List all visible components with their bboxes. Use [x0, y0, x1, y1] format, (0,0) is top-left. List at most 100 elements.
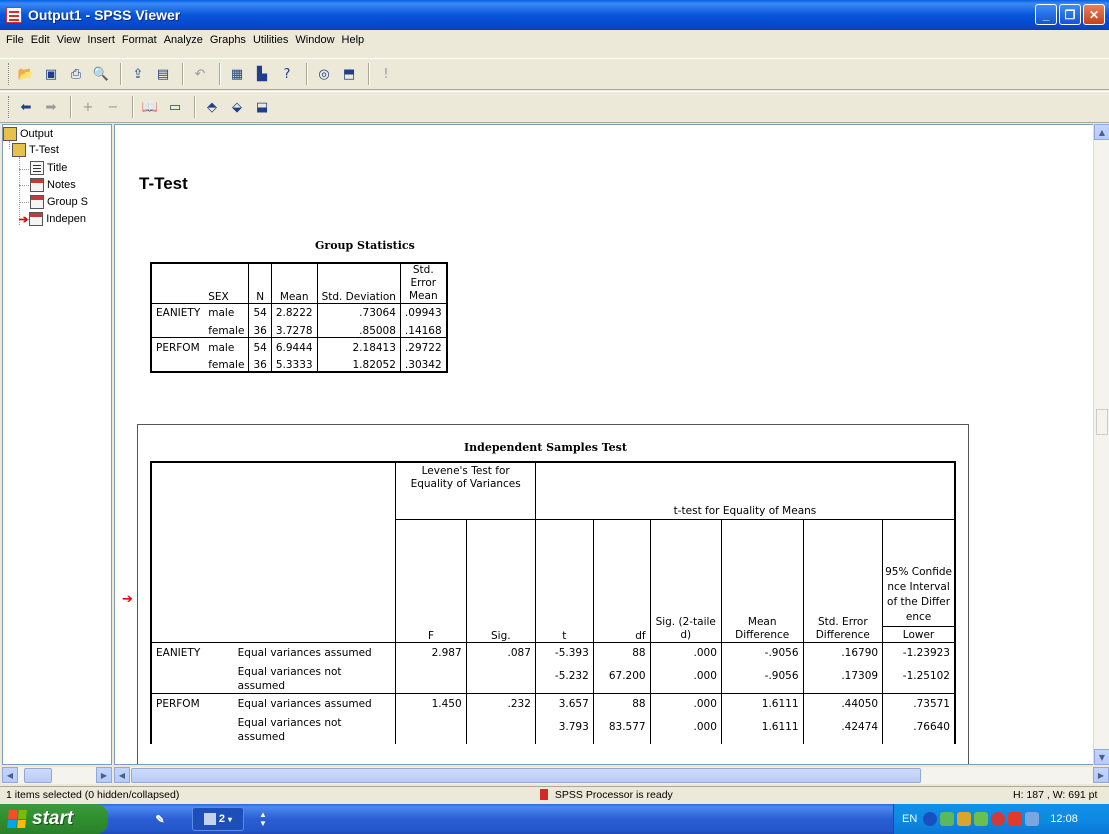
scroll-left-icon[interactable]: ◀	[114, 767, 130, 783]
title-bar[interactable]: Output1 - SPSS Viewer _ ❐ ✕	[0, 0, 1109, 30]
run-icon[interactable]: !	[375, 63, 397, 85]
outline-toolbar: ⬅ ➡ + − 📖 ▭ ⬘ ⬙ ⬓	[0, 91, 1109, 123]
col-header: Std. Deviation	[317, 263, 401, 304]
menu-file[interactable]: File	[6, 34, 24, 46]
show-icon[interactable]: 📖	[139, 96, 161, 118]
scroll-thumb[interactable]	[131, 768, 921, 783]
display-icon[interactable]	[1025, 812, 1040, 826]
col-header: Std. Error Mean	[408, 264, 438, 302]
close-button[interactable]: ✕	[1083, 4, 1105, 25]
menu-edit[interactable]: Edit	[31, 34, 50, 46]
table-cell: .000	[650, 710, 722, 744]
minimize-button[interactable]: _	[1035, 4, 1057, 25]
outline-item-notes[interactable]: Notes	[30, 178, 76, 192]
menu-insert[interactable]: Insert	[87, 34, 115, 46]
table-cell: 36	[248, 353, 272, 372]
independent-samples-table[interactable]: Levene's Test for Equality of Variances …	[150, 461, 956, 744]
outline-item-output[interactable]: Output	[3, 127, 53, 141]
table-cell: .85008	[317, 318, 401, 338]
scroll-right-icon[interactable]: ▶	[96, 767, 112, 783]
mail-icon[interactable]	[1008, 812, 1023, 826]
scroll-down-icon[interactable]: ▼	[1094, 749, 1109, 765]
selection-arrow-icon: ➔	[19, 213, 29, 226]
security-icon[interactable]	[974, 812, 989, 826]
recall-dialog-icon[interactable]: ▤	[152, 63, 174, 85]
insert-text-icon[interactable]: ⬓	[251, 96, 273, 118]
outline-item-t-test[interactable]: T-Test	[12, 143, 59, 157]
ci-header: 95% Confidence Interval of the Differenc…	[885, 565, 952, 623]
goto-chart-icon[interactable]: ▙	[251, 63, 273, 85]
spss-app-icon[interactable]	[6, 7, 22, 23]
menu-help[interactable]: Help	[342, 34, 365, 46]
print-icon[interactable]: ⎙	[65, 63, 87, 85]
menu-window[interactable]: Window	[295, 34, 334, 46]
outline-pane[interactable]: Output T-Test Title Notes Group S ➔ Inde…	[2, 124, 112, 765]
tray-app-icon[interactable]	[957, 812, 972, 826]
clock[interactable]: 12:08	[1050, 813, 1078, 825]
group-statistics-table[interactable]: SEX N Mean Std. Deviation Std. Error Mea…	[150, 262, 448, 373]
table-cell: 88	[593, 693, 651, 710]
ttest-header: t-test for Equality of Means	[673, 504, 817, 517]
variables-icon[interactable]: ?	[276, 63, 298, 85]
scroll-right-icon[interactable]: ▶	[1093, 767, 1109, 783]
table-cell	[151, 354, 204, 372]
quicklaunch-icon[interactable]: ✎	[148, 807, 172, 831]
toolbar-grip[interactable]	[8, 96, 11, 118]
menu-view[interactable]: View	[57, 34, 81, 46]
scroll-left-icon[interactable]: ◀	[2, 767, 18, 783]
alert-icon[interactable]	[991, 812, 1006, 826]
table-cell: PERFOM	[156, 698, 200, 710]
select-last-output-icon[interactable]: ⬒	[338, 63, 360, 85]
menu-utilities[interactable]: Utilities	[253, 34, 288, 46]
menu-bar: File Edit View Insert Format Analyze Gra…	[0, 30, 1109, 50]
insert-title-icon[interactable]: ⬙	[226, 96, 248, 118]
promote-icon[interactable]: ⬅	[15, 96, 37, 118]
processor-status: SPSS Processor is ready	[554, 789, 673, 801]
collapse-icon[interactable]: −	[102, 96, 124, 118]
table-cell: 1.82052	[317, 353, 401, 372]
processor-status-icon	[540, 789, 548, 800]
demote-icon[interactable]: ➡	[40, 96, 62, 118]
table-cell: EANIETY	[156, 647, 201, 659]
table-cell: .29722	[404, 341, 442, 354]
outline-horizontal-scrollbar[interactable]: ◀ ▶	[2, 767, 112, 784]
goto-data-icon[interactable]: ▦	[226, 63, 248, 85]
tray-collapse-icon[interactable]	[923, 812, 938, 826]
export-icon[interactable]: ⇪	[127, 63, 149, 85]
vertical-scrollbar[interactable]: ▲ ▼	[1093, 124, 1109, 765]
menu-analyze[interactable]: Analyze	[164, 34, 203, 46]
scroll-thumb[interactable]	[24, 768, 52, 783]
outline-item-indep-test[interactable]: ➔ Indepen	[19, 212, 86, 226]
save-icon[interactable]: ▣	[40, 63, 62, 85]
windows-taskbar: start ✎ 2 ▾ ▲ ▼ EN 12:08	[0, 804, 1109, 834]
table-icon	[30, 195, 44, 209]
outline-item-group-stats[interactable]: Group S	[30, 195, 88, 209]
book-icon	[12, 143, 26, 157]
network-icon[interactable]	[940, 812, 955, 826]
undo-icon[interactable]: ↶	[189, 63, 211, 85]
restore-button[interactable]: ❐	[1059, 4, 1081, 25]
open-folder-icon[interactable]: 📂	[15, 63, 37, 85]
table-cell: .73571	[913, 698, 950, 710]
insert-heading-icon[interactable]: ⬘	[201, 96, 223, 118]
start-button[interactable]: start	[0, 804, 108, 834]
size-status: H: 187 , W: 691 pt	[1013, 789, 1098, 801]
taskbar-scroll-icon[interactable]: ▲ ▼	[256, 807, 270, 831]
menu-format[interactable]: Format	[122, 34, 157, 46]
language-indicator[interactable]: EN	[902, 813, 917, 825]
content-horizontal-scrollbar[interactable]: ◀ ▶	[114, 767, 1109, 784]
toolbar-grip[interactable]	[8, 63, 11, 85]
scroll-up-icon[interactable]: ▲	[1094, 124, 1109, 140]
hide-icon[interactable]: ▭	[164, 96, 186, 118]
taskbar-group-button[interactable]: 2 ▾	[192, 807, 244, 831]
expand-icon[interactable]: +	[77, 96, 99, 118]
col-header: Std. Error Difference	[803, 518, 884, 642]
table-cell: .76640	[913, 721, 950, 733]
table-cell: Equal variances assumed	[233, 642, 397, 659]
outline-item-title[interactable]: Title	[30, 161, 67, 175]
table-cell: Equal variances assumed	[233, 693, 397, 710]
designate-window-icon[interactable]: ◎	[313, 63, 335, 85]
menu-graphs[interactable]: Graphs	[210, 34, 246, 46]
output-content-pane[interactable]: T-Test Group Statistics SEX N Mean Std. …	[114, 124, 1094, 765]
print-preview-icon[interactable]: 🔍	[90, 63, 112, 85]
